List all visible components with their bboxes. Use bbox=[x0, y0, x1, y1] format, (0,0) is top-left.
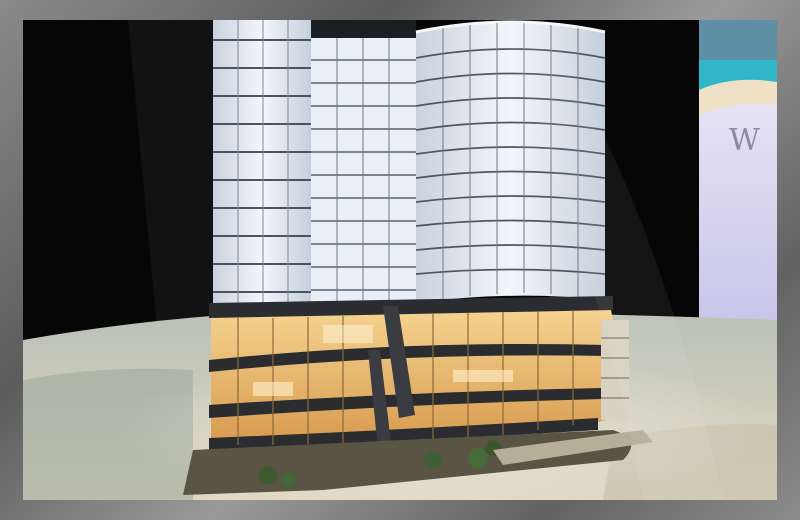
tower-left-wing bbox=[213, 20, 311, 305]
billboard: W bbox=[699, 20, 777, 330]
photo-frame: W bbox=[0, 0, 800, 520]
building-model-scene: W bbox=[23, 20, 777, 500]
billboard-text: W bbox=[729, 123, 760, 158]
tower-middle bbox=[311, 20, 416, 303]
photo: W bbox=[23, 20, 777, 500]
